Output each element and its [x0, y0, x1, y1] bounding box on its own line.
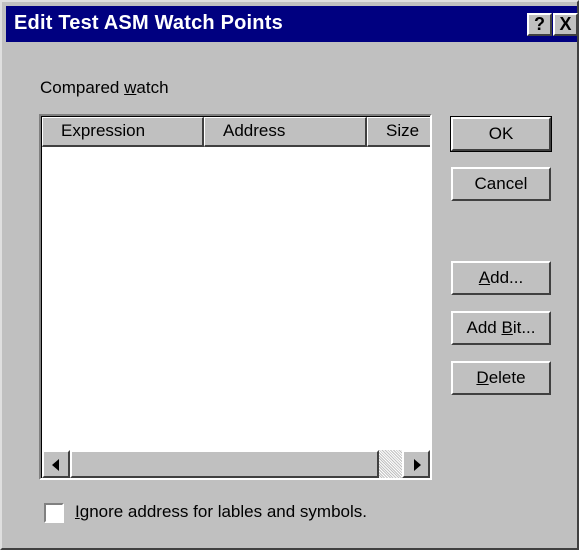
add-button[interactable]: Add... [451, 261, 551, 295]
scroll-left-button[interactable] [42, 450, 70, 478]
add-bit-button-label-end: it... [512, 318, 536, 337]
add-bit-button-label-start: Add [466, 318, 502, 337]
ok-button[interactable]: OK [450, 116, 552, 152]
compared-watch-label-text: Compared [40, 78, 125, 97]
ignore-address-label-text: gnore address for lables and symbols. [79, 502, 367, 521]
ignore-address-checkbox[interactable] [44, 503, 64, 523]
add-bit-button[interactable]: Add Bit... [451, 311, 551, 345]
delete-button-label: elete [488, 368, 526, 387]
window-title: Edit Test ASM Watch Points [14, 12, 283, 34]
scroll-track[interactable] [70, 450, 402, 478]
dialog-window: Edit Test ASM Watch Points ? X Compared … [0, 0, 579, 550]
arrow-left-icon [52, 459, 59, 471]
scroll-right-button[interactable] [402, 450, 430, 478]
compared-watch-list[interactable]: Expression Address Size [39, 114, 432, 480]
add-button-mnemonic: A [478, 268, 491, 287]
help-icon: ? [534, 14, 545, 34]
add-bit-button-mnemonic: B [501, 318, 513, 337]
horizontal-scrollbar[interactable] [42, 450, 430, 478]
close-button[interactable]: X [553, 13, 578, 36]
column-header-size[interactable]: Size [367, 117, 430, 147]
scroll-thumb[interactable] [70, 450, 379, 478]
compared-watch-mnemonic: w [124, 78, 137, 97]
column-header-expression[interactable]: Expression [42, 117, 204, 147]
close-icon: X [559, 14, 572, 34]
cancel-button-label: Cancel [474, 174, 528, 193]
help-button[interactable]: ? [527, 13, 552, 36]
compared-watch-label-rest: atch [136, 78, 169, 97]
list-viewport: Expression Address Size [41, 116, 430, 478]
title-bar[interactable]: Edit Test ASM Watch Points ? X [6, 6, 578, 42]
cancel-button[interactable]: Cancel [451, 167, 551, 201]
delete-button-mnemonic: D [476, 368, 489, 387]
compared-watch-label: Compared watch [40, 78, 169, 98]
delete-button[interactable]: Delete [451, 361, 551, 395]
column-header-address[interactable]: Address [204, 117, 367, 147]
ignore-address-label[interactable]: Ignore address for lables and symbols. [75, 502, 367, 522]
add-button-label: dd... [490, 268, 524, 287]
ok-button-label: OK [488, 124, 514, 143]
arrow-right-icon [414, 459, 421, 471]
